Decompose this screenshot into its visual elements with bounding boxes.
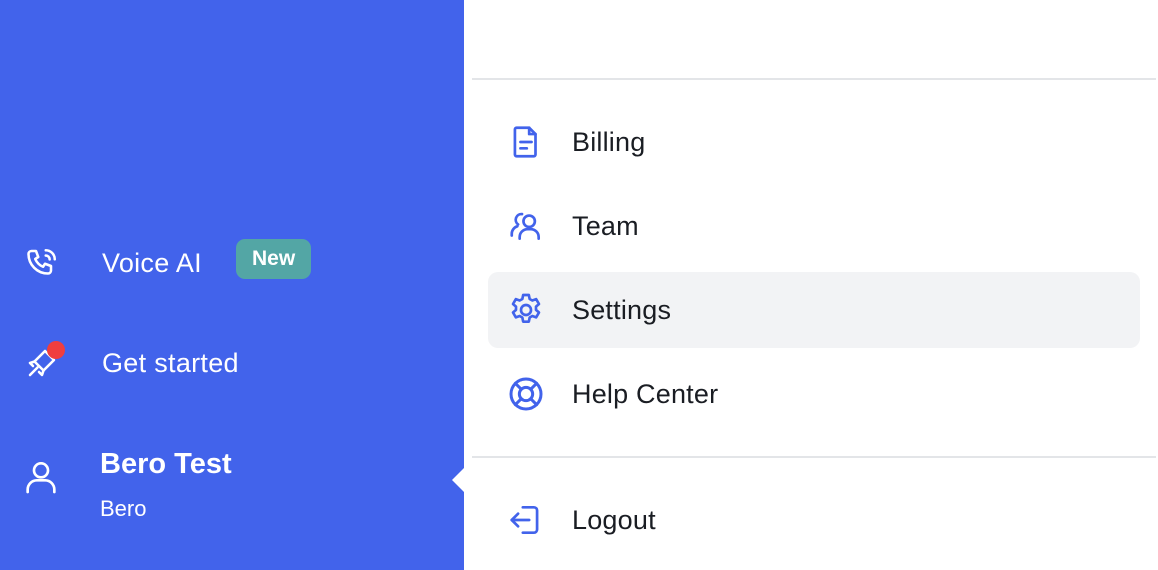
phone-ai-icon xyxy=(20,241,64,285)
user-icon xyxy=(18,454,64,500)
menu-item-label: Billing xyxy=(572,126,646,157)
menu-item-logout[interactable]: Logout xyxy=(488,482,1140,558)
sidebar-item-label: Voice AI xyxy=(102,247,202,278)
menu-item-label: Settings xyxy=(572,294,672,325)
menu-divider xyxy=(472,456,1156,458)
document-icon xyxy=(504,120,548,164)
menu-item-help-center[interactable]: Help Center xyxy=(488,356,1140,432)
sidebar-item-get-started[interactable]: Get started xyxy=(0,333,464,393)
notification-dot xyxy=(47,341,65,359)
lifebuoy-icon xyxy=(504,372,548,416)
menu-item-label: Team xyxy=(572,210,639,241)
user-organization: Bero xyxy=(100,496,147,521)
user-profile[interactable]: Bero Test Bero xyxy=(0,440,464,540)
account-menu: Billing Team Settings Help Center Logout xyxy=(464,0,1158,570)
sidebar-item-label: Get started xyxy=(102,347,239,378)
user-name: Bero Test xyxy=(100,448,232,480)
menu-item-team[interactable]: Team xyxy=(488,188,1140,264)
sidebar-item-voice-ai[interactable]: Voice AI New xyxy=(0,233,464,293)
menu-divider xyxy=(472,78,1156,80)
gear-icon xyxy=(504,288,548,332)
app-root: Voice AI New Get started Bero Test Bero … xyxy=(0,0,1158,570)
new-badge: New xyxy=(236,239,312,279)
menu-item-label: Help Center xyxy=(572,378,719,409)
team-icon xyxy=(504,204,548,248)
menu-item-settings[interactable]: Settings xyxy=(488,272,1140,348)
sidebar: Voice AI New Get started Bero Test Bero xyxy=(0,0,464,570)
menu-pointer-arrow xyxy=(452,467,465,493)
menu-item-billing[interactable]: Billing xyxy=(488,104,1140,180)
rocket-icon xyxy=(20,341,65,385)
logout-icon xyxy=(504,498,548,542)
menu-item-label: Logout xyxy=(572,504,656,535)
